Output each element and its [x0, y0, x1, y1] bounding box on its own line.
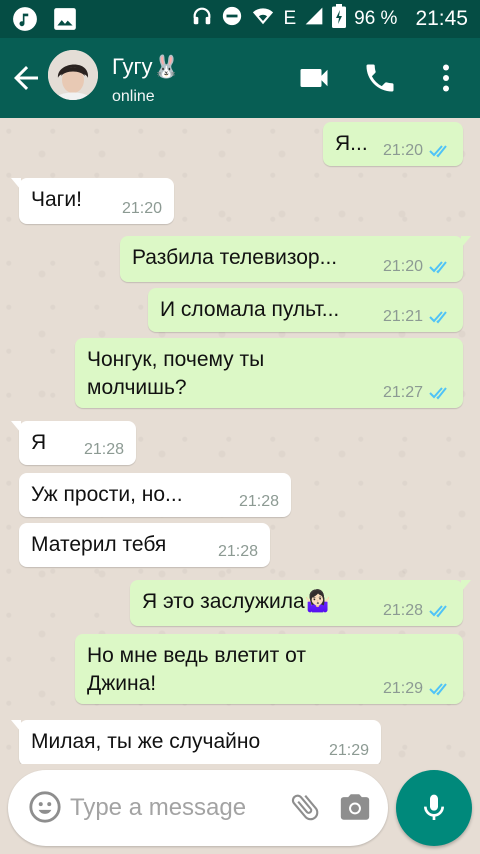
read-receipt-icon	[429, 683, 447, 696]
read-receipt-icon	[429, 605, 447, 618]
dnd-icon	[221, 5, 243, 33]
message-time: 21:21	[382, 308, 423, 325]
contact-status: online	[112, 88, 155, 105]
message-composer	[8, 770, 388, 846]
message-incoming[interactable]: Материл тебя 21:28	[19, 523, 270, 567]
message-outgoing[interactable]: Чонгук, почему ты молчишь? 21:27	[75, 338, 463, 408]
more-vert-icon[interactable]	[428, 60, 464, 96]
battery-level: 96 %	[354, 8, 398, 29]
status-bar: E 96 % 21:45	[0, 0, 480, 38]
message-incoming[interactable]: Чаги! 21:20	[11, 178, 174, 224]
message-time: 21:20	[121, 200, 162, 217]
chat-area[interactable]: Я... 21:20 Чаги! 21:20 Разбила телевизор…	[0, 118, 480, 764]
contact-name[interactable]: Гугу🐰	[112, 54, 180, 80]
headphones-icon	[191, 5, 213, 33]
message-time: 21:20	[382, 258, 423, 275]
message-incoming[interactable]: Я 21:28	[11, 421, 136, 465]
mic-button[interactable]	[396, 770, 472, 846]
signal-icon	[304, 6, 324, 32]
message-outgoing[interactable]: Но мне ведь влетит от Джина! 21:29	[75, 634, 463, 704]
network-type: E	[283, 8, 297, 29]
mic-icon	[418, 790, 450, 826]
message-time: 21:28	[238, 493, 279, 510]
message-input[interactable]	[70, 788, 270, 828]
emoji-icon[interactable]	[28, 790, 62, 824]
avatar[interactable]	[48, 50, 98, 100]
image-icon	[52, 6, 78, 37]
message-outgoing[interactable]: И сломала пульт... 21:21	[148, 288, 463, 332]
message-time: 21:27	[382, 384, 423, 401]
message-time: 21:20	[382, 142, 423, 159]
camera-icon[interactable]	[338, 790, 372, 824]
battery-icon	[332, 4, 347, 34]
message-outgoing[interactable]: Я это заслужила🤷🏻‍♀️ 21:28	[130, 580, 471, 626]
message-time: 21:29	[382, 680, 423, 697]
read-receipt-icon	[429, 311, 447, 324]
video-call-icon[interactable]	[296, 60, 332, 96]
read-receipt-icon	[429, 145, 447, 158]
attach-icon[interactable]	[288, 790, 322, 824]
read-receipt-icon	[429, 387, 447, 400]
music-icon	[12, 6, 38, 37]
message-time: 21:28	[217, 543, 258, 560]
message-text: Чонгук, почему ты молчишь?	[87, 348, 265, 399]
message-outgoing[interactable]: Я... 21:20	[323, 122, 463, 166]
message-text: Милая, ты же случайно	[31, 730, 261, 753]
clock: 21:45	[415, 7, 468, 30]
message-time: 21:29	[328, 742, 369, 759]
read-receipt-icon	[429, 261, 447, 274]
message-time: 21:28	[382, 602, 423, 619]
chat-header: Гугу🐰 online	[0, 38, 480, 118]
back-arrow-icon[interactable]	[8, 60, 44, 96]
message-text: Но мне ведь влетит от Джина!	[87, 644, 306, 695]
wifi-icon	[251, 5, 275, 33]
message-outgoing[interactable]: Разбила телевизор... 21:20	[120, 236, 471, 282]
message-incoming[interactable]: Уж прости, но... 21:28	[19, 473, 291, 517]
message-time: 21:28	[83, 441, 124, 458]
message-incoming[interactable]: Милая, ты же случайно 21:29	[11, 720, 381, 764]
voice-call-icon[interactable]	[362, 60, 398, 96]
